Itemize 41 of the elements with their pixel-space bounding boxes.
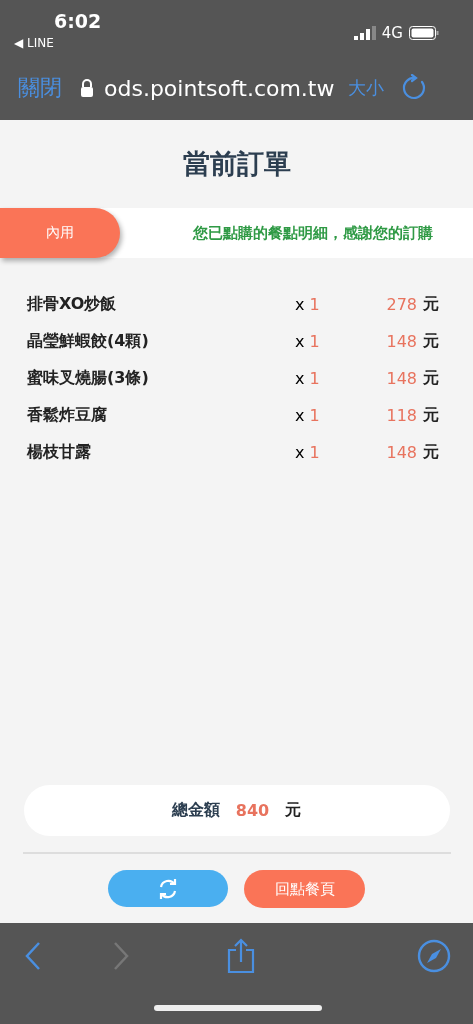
dine-in-tab[interactable]: 內用 bbox=[0, 208, 120, 258]
item-price: 148 bbox=[385, 443, 418, 462]
url-address[interactable]: ods.pointsoft.com.tw bbox=[104, 75, 335, 101]
item-quantity: x 1 bbox=[295, 406, 321, 425]
item-price: 148 bbox=[385, 369, 418, 388]
page-title: 當前訂單 bbox=[181, 147, 292, 181]
item-quantity: x 1 bbox=[295, 295, 321, 314]
total-label: 總金額 bbox=[171, 800, 220, 821]
back-icon[interactable] bbox=[24, 941, 42, 971]
currency-unit: 元 bbox=[423, 442, 440, 463]
text-size-button[interactable]: 大小 bbox=[348, 76, 385, 100]
item-name: 排骨XO炒飯 bbox=[27, 294, 118, 315]
network-label: 4G bbox=[381, 24, 403, 42]
clock-time: 6:02 bbox=[54, 10, 102, 32]
battery-icon bbox=[409, 26, 439, 40]
close-button[interactable]: 關閉 bbox=[18, 73, 62, 103]
lock-icon bbox=[80, 79, 94, 97]
total-amount: 840 bbox=[235, 801, 270, 820]
item-name: 香鬆炸豆腐 bbox=[27, 405, 108, 426]
currency-unit: 元 bbox=[423, 294, 440, 315]
currency-unit: 元 bbox=[285, 800, 302, 821]
currency-unit: 元 bbox=[423, 331, 440, 352]
currency-unit: 元 bbox=[423, 368, 440, 389]
back-to-menu-button[interactable]: 回點餐頁 bbox=[244, 870, 365, 908]
item-name: 晶瑩鮮蝦餃(4顆) bbox=[27, 331, 150, 352]
item-price: 118 bbox=[385, 406, 418, 425]
compass-icon[interactable] bbox=[417, 939, 451, 973]
item-name: 蜜味叉燒腸(3條) bbox=[27, 368, 150, 389]
thank-you-message: 您已點購的餐點明細，感謝您的訂購 bbox=[193, 223, 433, 243]
item-name: 楊枝甘露 bbox=[27, 442, 92, 463]
currency-unit: 元 bbox=[423, 405, 440, 426]
item-price: 278 bbox=[385, 295, 418, 314]
signal-icon bbox=[353, 26, 376, 40]
refresh-button[interactable] bbox=[108, 870, 228, 907]
back-to-app-link[interactable]: ◀ LINE bbox=[14, 36, 102, 50]
refresh-icon bbox=[157, 877, 179, 900]
share-icon[interactable] bbox=[226, 938, 256, 974]
item-price: 148 bbox=[385, 332, 418, 351]
item-quantity: x 1 bbox=[295, 369, 321, 388]
item-quantity: x 1 bbox=[295, 332, 321, 351]
item-quantity: x 1 bbox=[295, 443, 321, 462]
